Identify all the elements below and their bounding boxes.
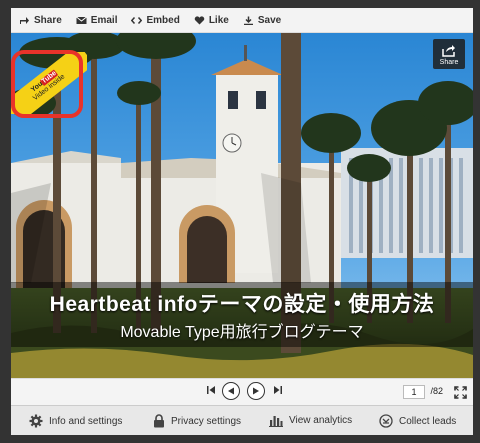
email-link[interactable]: Email <box>75 14 118 26</box>
skip-back-icon <box>207 386 215 394</box>
save-label: Save <box>257 14 282 26</box>
play-back-icon <box>228 387 234 395</box>
leads-icon <box>379 414 393 428</box>
envelope-icon <box>75 16 87 24</box>
first-slide-button[interactable] <box>207 385 216 395</box>
slide-subtitle: Movable Type用旅行ブログテーマ <box>120 324 364 341</box>
fullscreen-icon[interactable] <box>454 386 467 399</box>
share-overlay-button[interactable]: Share <box>433 39 465 69</box>
save-link[interactable]: Save <box>243 15 281 26</box>
share-arrow-icon <box>442 45 455 57</box>
save-icon <box>243 16 253 25</box>
heart-icon <box>194 15 205 24</box>
view-analytics-button[interactable]: View analytics <box>269 414 352 427</box>
play-icon <box>253 387 259 395</box>
info-settings-label: Info and settings <box>49 415 123 427</box>
email-label: Email <box>90 14 118 26</box>
embed-link[interactable]: Embed <box>131 14 180 26</box>
page-total: /82 <box>430 386 443 396</box>
share-toolbar: Share Email Embed Like Save <box>11 8 473 33</box>
slide-viewport[interactable]: Heartbeat infoテーマの設定・使用方法 Movable Type用旅… <box>11 33 473 378</box>
next-circle <box>247 382 265 400</box>
embed-label: Embed <box>146 14 180 26</box>
bar-chart-icon <box>269 416 283 427</box>
view-analytics-label: View analytics <box>289 415 353 426</box>
badge-highlight-ring <box>11 50 83 118</box>
slide-title: Heartbeat infoテーマの設定・使用方法 <box>49 293 435 316</box>
skip-forward-icon <box>274 386 282 394</box>
window-frame: Share Email Embed Like Save Heartbeat in… <box>0 0 480 443</box>
info-settings-button[interactable]: Info and settings <box>29 414 122 428</box>
last-slide-button[interactable] <box>273 385 282 395</box>
collect-leads-button[interactable]: Collect leads <box>379 414 456 428</box>
like-label: Like <box>208 14 229 26</box>
collect-leads-label: Collect leads <box>399 415 457 427</box>
privacy-settings-label: Privacy settings <box>171 415 242 427</box>
owner-toolbar: Info and settings Privacy settings View … <box>11 405 473 435</box>
share-link[interactable]: Share <box>19 15 62 26</box>
gear-icon <box>29 414 43 428</box>
previous-circle <box>222 382 240 400</box>
like-link[interactable]: Like <box>194 15 229 26</box>
next-slide-button[interactable] <box>247 382 265 400</box>
privacy-settings-button[interactable]: Privacy settings <box>153 414 241 428</box>
page-number-input[interactable]: 1 <box>403 385 425 399</box>
code-icon <box>131 16 143 24</box>
share-label: Share <box>34 14 62 26</box>
share-icon <box>20 16 29 24</box>
slideshow-player: Share Email Embed Like Save Heartbeat in… <box>11 8 473 435</box>
share-overlay-label: Share <box>439 59 459 66</box>
lock-icon <box>154 414 164 428</box>
previous-slide-button[interactable] <box>222 382 240 400</box>
slide-navigation-bar: 1 /82 <box>11 378 473 405</box>
